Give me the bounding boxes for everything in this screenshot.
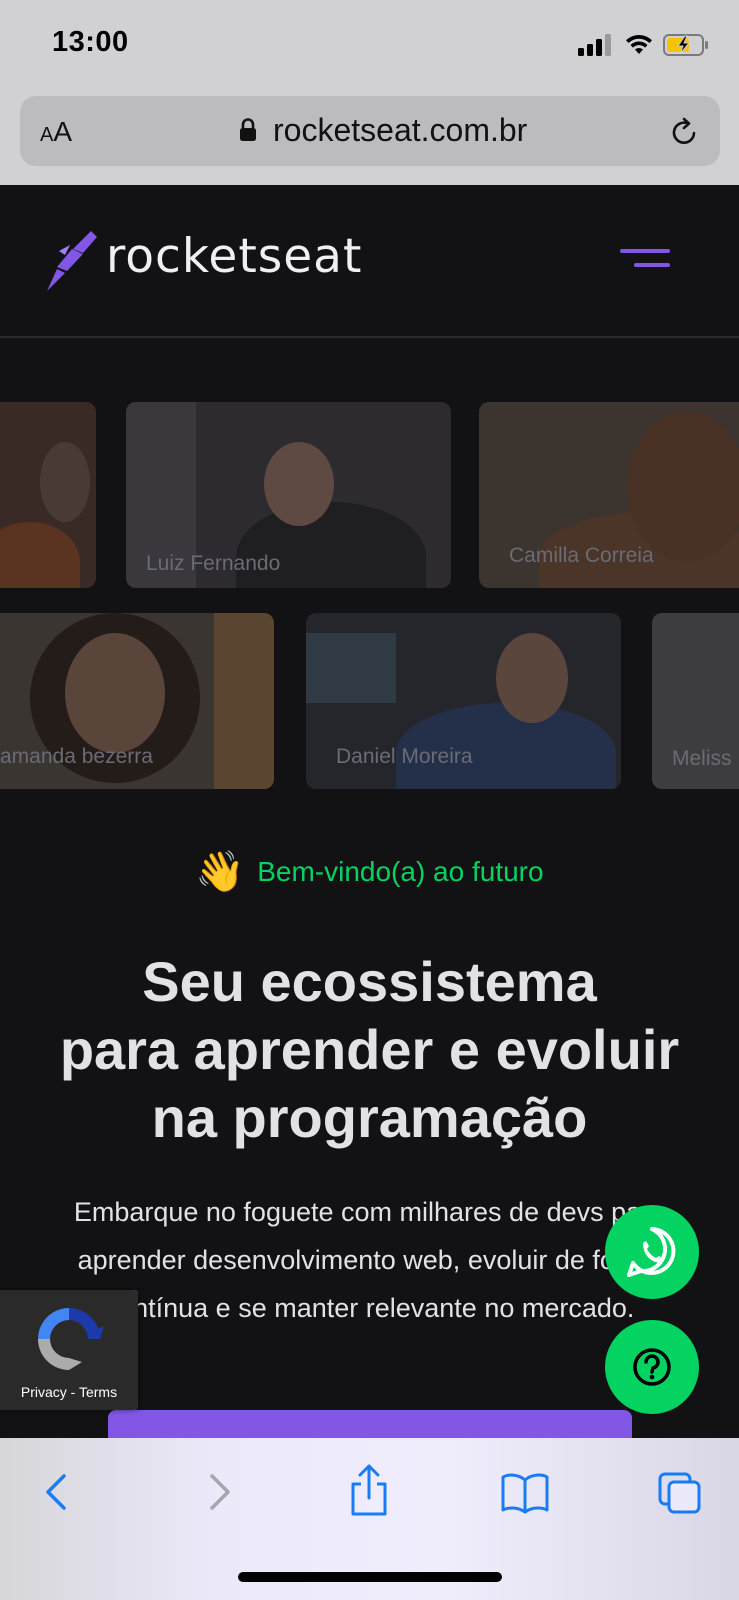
student-video-card: Luiz Fernando: [126, 402, 451, 588]
menu-icon[interactable]: [620, 249, 670, 275]
terms-link[interactable]: Terms: [79, 1384, 117, 1400]
student-video-card: Daniel Moreira: [306, 613, 621, 789]
share-icon[interactable]: [347, 1462, 391, 1518]
logo-text[interactable]: rocketseat: [106, 229, 362, 284]
student-video-card: amanda bezerra: [0, 613, 274, 789]
url-text[interactable]: rocketseat.com.br: [273, 112, 527, 149]
waving-hand-icon: 👋: [195, 850, 246, 894]
browser-address-area: AA rocketseat.com.br: [0, 90, 739, 185]
bookmarks-icon[interactable]: [500, 1468, 550, 1516]
help-button[interactable]: [605, 1320, 699, 1414]
student-name: Daniel Moreira: [336, 745, 473, 768]
reload-icon[interactable]: [668, 116, 700, 148]
student-video-card: Meliss: [652, 613, 739, 789]
tabs-icon[interactable]: [656, 1468, 704, 1516]
whatsapp-icon: [627, 1227, 676, 1277]
home-indicator[interactable]: [238, 1572, 502, 1582]
back-icon[interactable]: [36, 1468, 80, 1516]
page-title: Seu ecossistema para aprender e evoluir …: [59, 950, 680, 1149]
welcome-label: Bem-vindo(a) ao futuro: [257, 856, 544, 887]
student-video-card: [0, 402, 96, 588]
rocket-logo-icon[interactable]: [45, 231, 100, 291]
student-video-card: Camilla Correia: [479, 402, 739, 588]
wifi-icon: [626, 34, 652, 54]
address-bar[interactable]: AA rocketseat.com.br: [20, 96, 720, 166]
question-mark-icon: [633, 1348, 671, 1386]
privacy-link[interactable]: Privacy: [21, 1384, 67, 1400]
recaptcha-icon: [38, 1308, 104, 1370]
battery-charging-icon: [663, 34, 708, 56]
site-header: rocketseat: [0, 185, 739, 338]
text-size-button[interactable]: AA: [40, 116, 72, 148]
cellular-signal-icon: [578, 34, 614, 56]
student-name: Luiz Fernando: [146, 552, 281, 575]
lock-icon: [240, 118, 256, 141]
status-bar: 13:00: [0, 0, 739, 90]
forward-icon[interactable]: [196, 1468, 240, 1516]
student-video-grid: Luiz Fernando Camilla Correia amanda bez…: [0, 340, 739, 800]
student-name: amanda bezerra: [0, 745, 153, 768]
whatsapp-button[interactable]: [605, 1205, 699, 1299]
recaptcha-links: Privacy - Terms: [20, 1384, 118, 1400]
recaptcha-badge[interactable]: Privacy - Terms: [0, 1290, 138, 1410]
student-name: Camilla Correia: [509, 544, 654, 567]
status-time: 13:00: [52, 26, 129, 58]
student-name: Meliss: [672, 747, 732, 770]
welcome-text: 👋 Bem-vindo(a) ao futuro: [0, 848, 739, 895]
